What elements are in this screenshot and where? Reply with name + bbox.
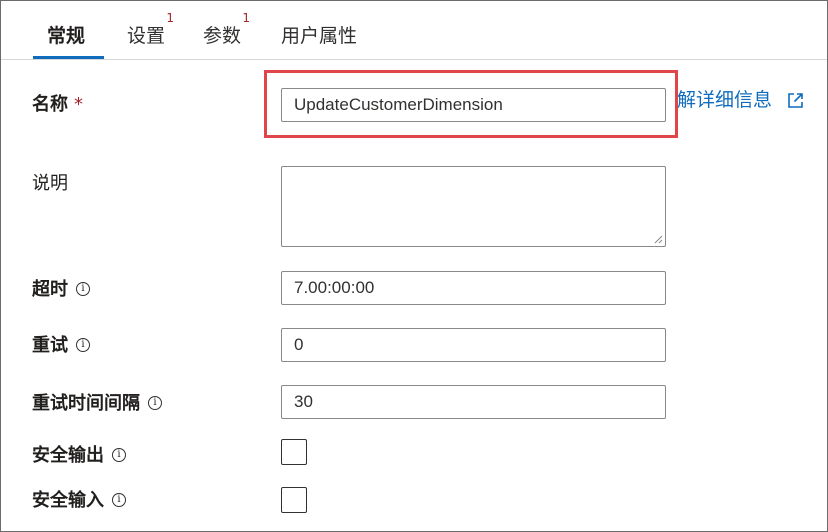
- secure-output-label: 安全输出 i: [32, 444, 126, 468]
- timeout-label: 超时 i: [32, 278, 90, 302]
- activity-properties-panel: 常规 设置 1 参数 1 用户属性 名称 * 解详细信息 说明 超时 i: [0, 0, 828, 532]
- tab-parameters-label: 参数: [203, 25, 242, 47]
- retry-interval-label-text: 重试时间间隔: [32, 393, 140, 414]
- retry-label-text: 重试: [32, 335, 68, 356]
- name-input[interactable]: [281, 88, 666, 122]
- timeout-input[interactable]: [281, 271, 666, 305]
- required-marker: *: [74, 94, 83, 115]
- secure-output-checkbox[interactable]: [281, 439, 307, 465]
- info-icon[interactable]: i: [112, 448, 126, 462]
- description-label: 说明: [32, 172, 68, 196]
- info-icon[interactable]: i: [76, 282, 90, 296]
- resize-grip-icon[interactable]: [653, 234, 663, 244]
- learn-more-link[interactable]: 解详细信息: [677, 87, 772, 113]
- retry-interval-label: 重试时间间隔 i: [32, 392, 162, 416]
- name-label: 名称 *: [32, 93, 83, 117]
- active-tab-indicator: [33, 56, 104, 59]
- tab-settings-label: 设置: [127, 25, 166, 47]
- retry-interval-input[interactable]: [281, 385, 666, 419]
- description-label-text: 说明: [32, 173, 68, 194]
- tab-general[interactable]: 常规: [47, 23, 85, 49]
- tab-parameters[interactable]: 参数 1: [203, 11, 250, 49]
- retry-input[interactable]: [281, 328, 666, 362]
- timeout-label-text: 超时: [32, 279, 68, 300]
- tab-parameters-badge: 1: [242, 11, 251, 25]
- secure-input-label-text: 安全输入: [32, 490, 104, 511]
- info-icon[interactable]: i: [112, 493, 126, 507]
- name-label-text: 名称: [32, 94, 68, 115]
- secure-input-label: 安全输入 i: [32, 489, 126, 513]
- secure-input-checkbox[interactable]: [281, 487, 307, 513]
- tab-user-properties[interactable]: 用户属性: [281, 23, 357, 49]
- description-textarea[interactable]: [281, 166, 666, 247]
- tab-general-label: 常规: [47, 25, 86, 47]
- retry-label: 重试 i: [32, 334, 90, 358]
- tab-settings[interactable]: 设置 1: [127, 11, 174, 49]
- tab-user-properties-label: 用户属性: [281, 25, 358, 47]
- info-icon[interactable]: i: [148, 396, 162, 410]
- tab-settings-badge: 1: [166, 11, 175, 25]
- secure-output-label-text: 安全输出: [32, 445, 104, 466]
- external-link-icon[interactable]: [787, 92, 804, 109]
- info-icon[interactable]: i: [76, 338, 90, 352]
- tab-bar: 常规 设置 1 参数 1 用户属性: [1, 1, 827, 60]
